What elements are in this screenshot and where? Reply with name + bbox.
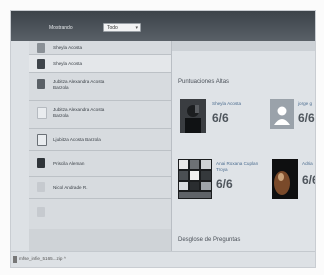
student-photo (272, 159, 298, 199)
card-score: 6/6 (212, 111, 229, 125)
filter-select[interactable]: Todo ▾ (103, 23, 141, 32)
main-header-strip (172, 41, 315, 51)
student-list: Sheyla Acosta Sheyla Acosta Jubitza Alex… (29, 41, 181, 267)
card-score: 6/6 (216, 177, 233, 191)
avatar-icon (37, 182, 45, 192)
list-item[interactable]: Sheyla Acosta (29, 55, 171, 73)
student-photo (178, 159, 212, 199)
list-item[interactable]: Priscila Aleman (29, 151, 171, 177)
user-icon (270, 99, 294, 129)
portrait-image (180, 99, 206, 133)
screen-frame: Mostrando Todo ▾ Sheyla Acosta Sheyla Ac… (10, 10, 316, 268)
top-toolbar: Mostrando Todo ▾ (11, 11, 315, 41)
list-item[interactable]: Sheyla Acosta (29, 41, 171, 55)
collage-image (178, 159, 212, 199)
file-icon (13, 256, 17, 263)
card-score: 6/6 (298, 111, 315, 125)
download-bar: mfse_infie_5165...zip ^ (11, 251, 315, 267)
card-name[interactable]: Sheyla Acosta (212, 101, 241, 107)
list-item[interactable] (29, 199, 171, 229)
avatar-icon (37, 79, 45, 89)
filter-select-value: Todo (107, 25, 118, 31)
list-item[interactable]: Nicol Andrade R. (29, 177, 171, 199)
download-item[interactable]: mfse_infie_5165...zip ^ (19, 256, 66, 261)
avatar-icon (37, 107, 47, 119)
avatar-icon (37, 134, 47, 146)
avatar-placeholder (270, 99, 294, 129)
card-score: 6/6 (302, 173, 315, 187)
chevron-up-icon: ^ (63, 256, 66, 261)
avatar-icon (37, 59, 45, 69)
student-photo (180, 99, 206, 133)
avatar-icon (37, 43, 45, 53)
avatar-icon (37, 158, 45, 168)
list-item[interactable]: Ljubitza Acosta Barzola (29, 129, 171, 151)
filter-label: Mostrando (49, 25, 73, 31)
list-item[interactable]: Jubitza Alexandra Acosta Barzola (29, 73, 171, 101)
list-item[interactable]: Jubitza Alexandra Acosta Barzola (29, 101, 171, 129)
avatar-icon (37, 207, 45, 217)
chevron-down-icon: ▾ (135, 25, 138, 31)
portrait-image (272, 159, 298, 199)
card-name[interactable]: Adria (302, 161, 313, 167)
card-name[interactable]: Anai Roxana Cuplan Troya (216, 161, 264, 173)
main-panel: Puntuaciones Altas Sheyla Acosta 6/6 jor… (172, 41, 315, 267)
card-name[interactable]: jorge g (298, 101, 312, 107)
breakdown-title: Desglose de Preguntas (178, 237, 241, 243)
scores-title: Puntuaciones Altas (178, 79, 230, 85)
